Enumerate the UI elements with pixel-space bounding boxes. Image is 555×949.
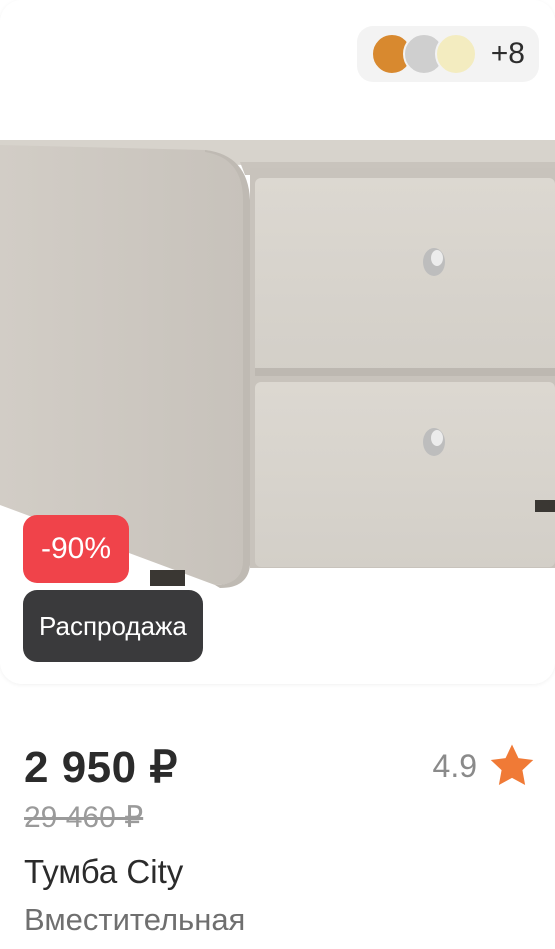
discount-badge: -90% — [23, 515, 130, 583]
product-card[interactable]: +8 -90% Распродажа 2 950 ₽ 29 460 ₽ 4.9 … — [0, 0, 555, 949]
sale-badge: Распродажа — [23, 590, 203, 662]
swatch-cream[interactable] — [434, 33, 477, 75]
product-subtitle: Вместительная — [24, 902, 246, 937]
current-price: 2 950 ₽ — [24, 743, 178, 792]
product-title[interactable]: Тумба City — [24, 853, 183, 891]
star-icon — [490, 744, 534, 785]
old-price: 29 460 ₽ — [24, 801, 144, 834]
rating-value: 4.9 — [432, 747, 477, 784]
color-swatches[interactable]: +8 — [356, 26, 539, 82]
product-image-area[interactable]: +8 -90% Распродажа — [0, 0, 555, 684]
rating: 4.9 — [433, 742, 537, 790]
more-colors-count[interactable]: +8 — [491, 37, 525, 71]
